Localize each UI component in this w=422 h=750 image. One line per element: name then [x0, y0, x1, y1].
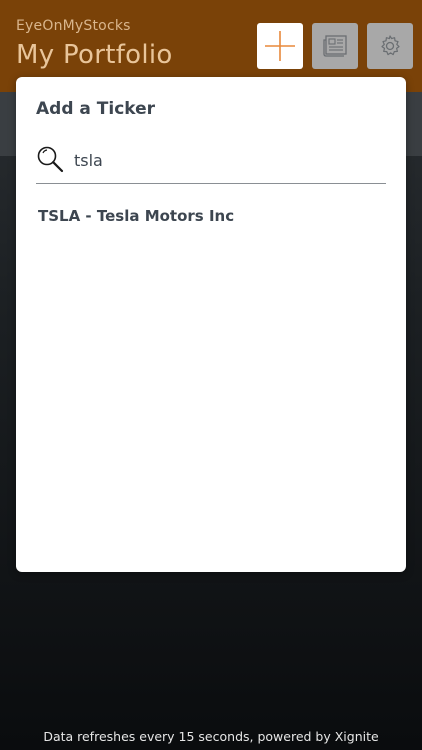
search-input[interactable]	[74, 147, 374, 173]
settings-button[interactable]	[367, 23, 413, 69]
dialog-title: Add a Ticker	[36, 99, 156, 119]
plus-icon	[265, 31, 295, 61]
search-icon	[37, 146, 64, 173]
add-ticker-dialog: Add a Ticker TSLA - Tesla Motors Inc	[16, 77, 406, 572]
search-result-item[interactable]: TSLA - Tesla Motors Inc	[38, 207, 378, 229]
page-title: My Portfolio	[16, 40, 173, 70]
news-icon	[323, 35, 347, 57]
news-button[interactable]	[312, 23, 358, 69]
search-field[interactable]	[36, 143, 386, 184]
app-name: EyeOnMyStocks	[16, 18, 131, 34]
gear-icon	[381, 35, 400, 56]
add-ticker-button[interactable]	[257, 23, 303, 69]
footer-status-text: Data refreshes every 15 seconds, powered…	[43, 729, 379, 744]
